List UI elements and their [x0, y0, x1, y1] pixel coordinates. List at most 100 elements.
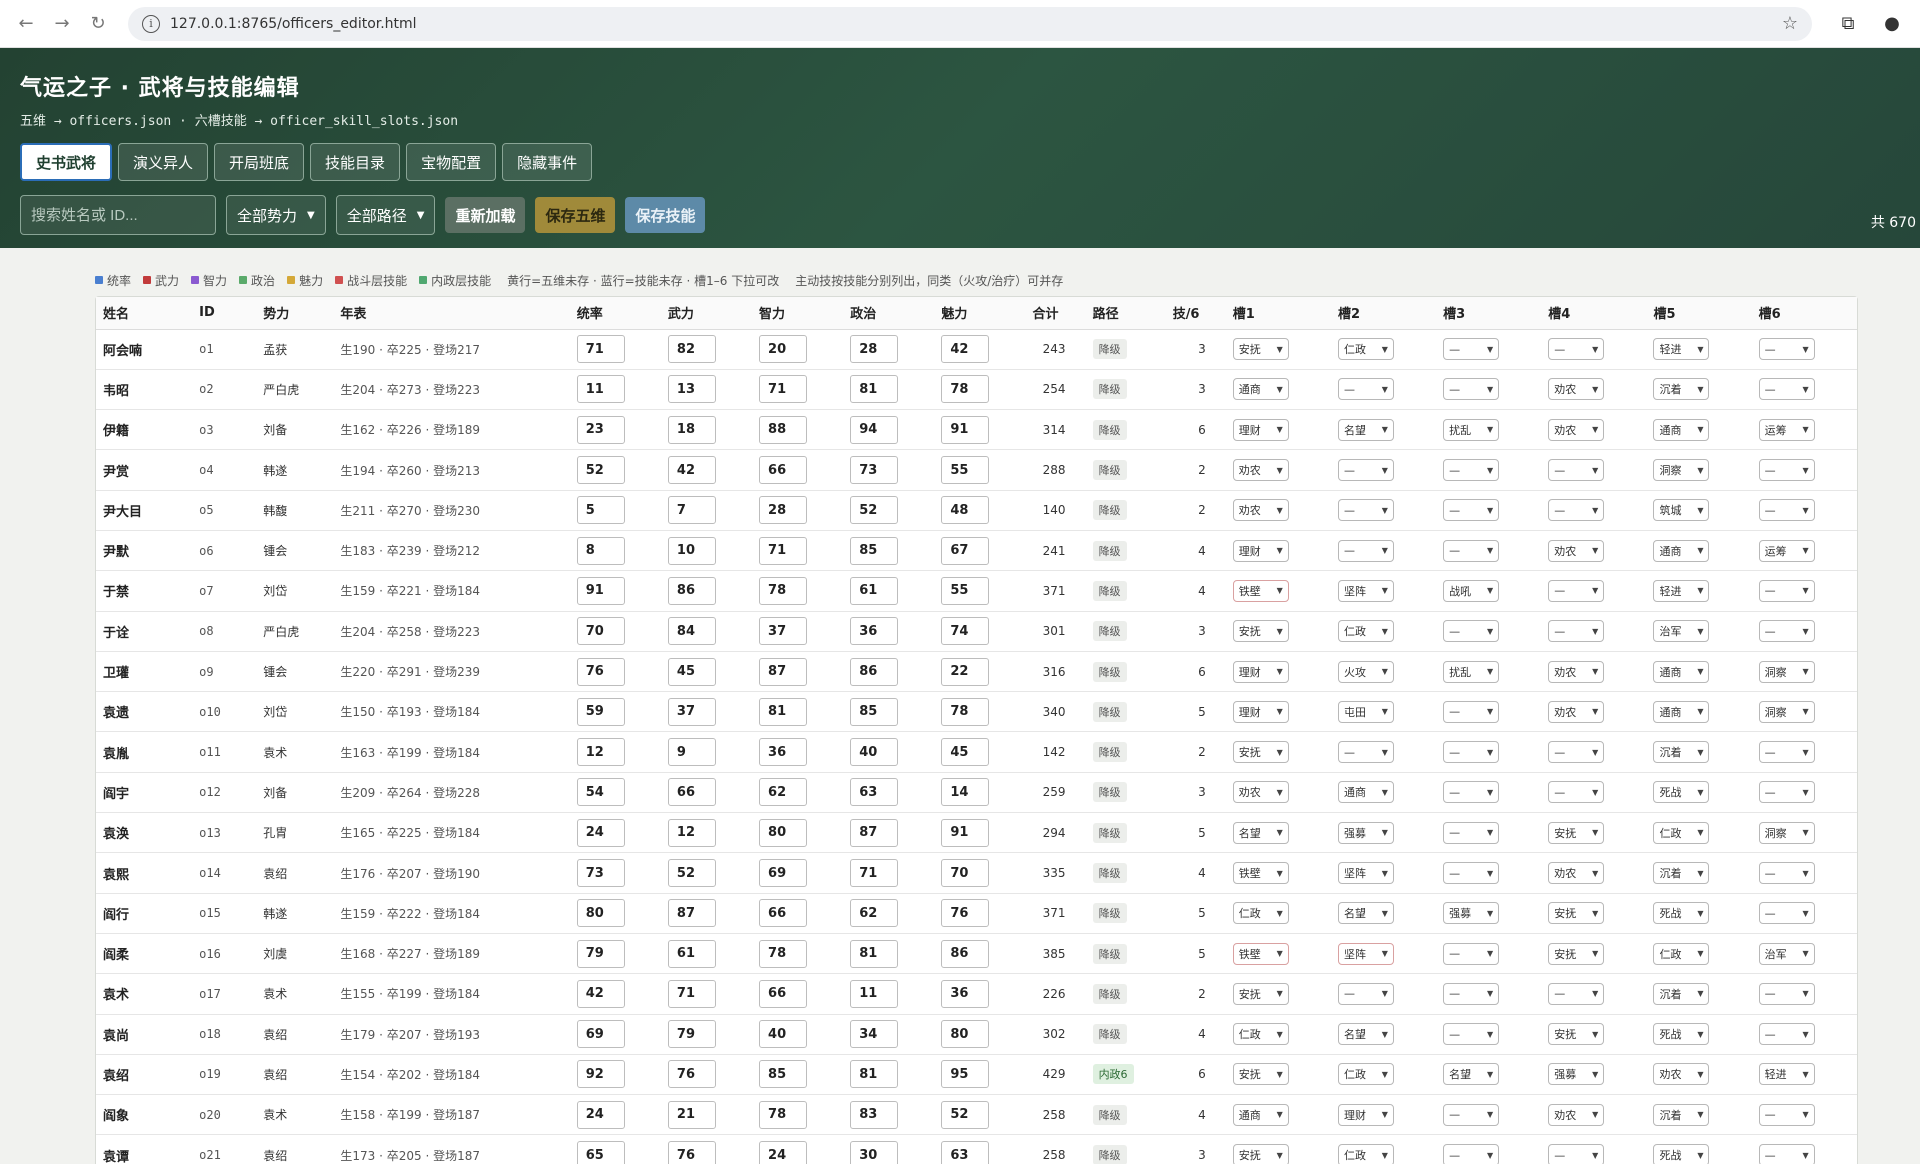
command-input[interactable]: 8	[576, 536, 625, 565]
politics-input[interactable]: 62	[850, 899, 899, 928]
skill-slot-6-select[interactable]: — ▼	[1758, 982, 1815, 1005]
save-stats-button[interactable]: 保存五维	[535, 197, 616, 233]
skill-slot-4-select[interactable]: — ▼	[1548, 499, 1605, 522]
command-input[interactable]: 52	[576, 456, 625, 485]
skill-slot-6-select[interactable]: — ▼	[1758, 902, 1815, 925]
strength-input[interactable]: 76	[667, 1141, 716, 1164]
faction-filter-select[interactable]: 全部势力 ▼	[226, 195, 326, 235]
intelligence-input[interactable]: 71	[759, 375, 808, 404]
tab-hidden-events[interactable]: 隐藏事件	[502, 143, 593, 181]
skill-slot-1-select[interactable]: 铁壁 ▼	[1232, 942, 1289, 965]
skill-slot-6-select[interactable]: — ▼	[1758, 1103, 1815, 1126]
command-input[interactable]: 92	[576, 1060, 625, 1089]
skill-slot-2-select[interactable]: 屯田 ▼	[1337, 700, 1394, 723]
charisma-input[interactable]: 52	[941, 1100, 990, 1129]
intelligence-input[interactable]: 66	[759, 456, 808, 485]
skill-slot-1-select[interactable]: 安抚 ▼	[1232, 620, 1289, 643]
skill-slot-5-select[interactable]: 轻进 ▼	[1653, 579, 1710, 602]
command-input[interactable]: 24	[576, 1100, 625, 1129]
strength-input[interactable]: 86	[667, 576, 716, 605]
skill-slot-1-select[interactable]: 理财 ▼	[1232, 700, 1289, 723]
extensions-icon[interactable]: ⧉	[1832, 8, 1864, 40]
skill-slot-3-select[interactable]: — ▼	[1443, 781, 1500, 804]
command-input[interactable]: 79	[576, 939, 625, 968]
skill-slot-1-select[interactable]: 理财 ▼	[1232, 539, 1289, 562]
strength-input[interactable]: 61	[667, 939, 716, 968]
command-input[interactable]: 70	[576, 617, 625, 646]
skill-slot-4-select[interactable]: — ▼	[1548, 1144, 1605, 1164]
skill-slot-5-select[interactable]: 治军 ▼	[1653, 620, 1710, 643]
reload-icon[interactable]: ↻	[84, 10, 112, 38]
skill-slot-3-select[interactable]: — ▼	[1443, 982, 1500, 1005]
skill-slot-6-select[interactable]: 治军 ▼	[1758, 942, 1815, 965]
skill-slot-2-select[interactable]: — ▼	[1337, 741, 1394, 764]
save-skills-button[interactable]: 保存技能	[625, 197, 706, 233]
strength-input[interactable]: 42	[667, 456, 716, 485]
skill-slot-4-select[interactable]: — ▼	[1548, 620, 1605, 643]
search-input[interactable]	[20, 195, 216, 235]
charisma-input[interactable]: 55	[941, 576, 990, 605]
politics-input[interactable]: 52	[850, 496, 899, 525]
strength-input[interactable]: 37	[667, 697, 716, 726]
skill-slot-4-select[interactable]: 劝农 ▼	[1548, 418, 1605, 441]
skill-slot-5-select[interactable]: 死战 ▼	[1653, 781, 1710, 804]
charisma-input[interactable]: 55	[941, 456, 990, 485]
strength-input[interactable]: 66	[667, 778, 716, 807]
skill-slot-3-select[interactable]: 扰乱 ▼	[1443, 660, 1500, 683]
skill-slot-4-select[interactable]: 劝农 ▼	[1548, 700, 1605, 723]
intelligence-input[interactable]: 78	[759, 576, 808, 605]
politics-input[interactable]: 28	[850, 335, 899, 364]
skill-slot-3-select[interactable]: — ▼	[1443, 821, 1500, 844]
command-input[interactable]: 12	[576, 738, 625, 767]
politics-input[interactable]: 71	[850, 859, 899, 887]
skill-slot-6-select[interactable]: — ▼	[1758, 378, 1815, 401]
intelligence-input[interactable]: 24	[759, 1141, 808, 1164]
skill-slot-3-select[interactable]: — ▼	[1443, 539, 1500, 562]
skill-slot-6-select[interactable]: — ▼	[1758, 338, 1815, 361]
skill-slot-6-select[interactable]: — ▼	[1758, 459, 1815, 482]
strength-input[interactable]: 52	[667, 859, 716, 887]
skill-slot-6-select[interactable]: — ▼	[1758, 1144, 1815, 1164]
strength-input[interactable]: 12	[667, 818, 716, 847]
intelligence-input[interactable]: 62	[759, 778, 808, 807]
skill-slot-2-select[interactable]: 通商 ▼	[1337, 781, 1394, 804]
skill-slot-1-select[interactable]: 理财 ▼	[1232, 418, 1289, 441]
politics-input[interactable]: 40	[850, 738, 899, 767]
intelligence-input[interactable]: 78	[759, 1100, 808, 1129]
tab-treasure-config[interactable]: 宝物配置	[406, 143, 497, 181]
skill-slot-6-select[interactable]: — ▼	[1758, 499, 1815, 522]
skill-slot-3-select[interactable]: — ▼	[1443, 700, 1500, 723]
politics-input[interactable]: 73	[850, 456, 899, 485]
intelligence-input[interactable]: 37	[759, 617, 808, 646]
intelligence-input[interactable]: 40	[759, 1020, 808, 1049]
skill-slot-5-select[interactable]: 洞察 ▼	[1653, 459, 1710, 482]
strength-input[interactable]: 10	[667, 536, 716, 565]
skill-slot-4-select[interactable]: 劝农 ▼	[1548, 378, 1605, 401]
charisma-input[interactable]: 95	[941, 1060, 990, 1089]
charisma-input[interactable]: 63	[941, 1141, 990, 1164]
intelligence-input[interactable]: 71	[759, 536, 808, 565]
skill-slot-3-select[interactable]: 强募 ▼	[1443, 902, 1500, 925]
strength-input[interactable]: 7	[667, 496, 716, 525]
skill-slot-1-select[interactable]: 安抚 ▼	[1232, 741, 1289, 764]
tab-skill-catalog[interactable]: 技能目录	[310, 143, 401, 181]
skill-slot-5-select[interactable]: 死战 ▼	[1653, 1144, 1710, 1164]
intelligence-input[interactable]: 36	[759, 738, 808, 767]
charisma-input[interactable]: 14	[941, 778, 990, 807]
skill-slot-5-select[interactable]: 通商 ▼	[1653, 660, 1710, 683]
skill-slot-4-select[interactable]: 安抚 ▼	[1548, 942, 1605, 965]
skill-slot-3-select[interactable]: — ▼	[1443, 741, 1500, 764]
skill-slot-4-select[interactable]: — ▼	[1548, 338, 1605, 361]
skill-slot-2-select[interactable]: 仁政 ▼	[1337, 338, 1394, 361]
skill-slot-1-select[interactable]: 劝农 ▼	[1232, 459, 1289, 482]
skill-slot-5-select[interactable]: 通商 ▼	[1653, 418, 1710, 441]
skill-slot-1-select[interactable]: 理财 ▼	[1232, 660, 1289, 683]
command-input[interactable]: 24	[576, 818, 625, 847]
command-input[interactable]: 91	[576, 576, 625, 605]
skill-slot-3-select[interactable]: — ▼	[1443, 1023, 1500, 1046]
skill-slot-4-select[interactable]: 安抚 ▼	[1548, 902, 1605, 925]
skill-slot-2-select[interactable]: 火攻 ▼	[1337, 660, 1394, 683]
intelligence-input[interactable]: 28	[759, 496, 808, 525]
command-input[interactable]: 59	[576, 697, 625, 726]
strength-input[interactable]: 9	[667, 738, 716, 767]
